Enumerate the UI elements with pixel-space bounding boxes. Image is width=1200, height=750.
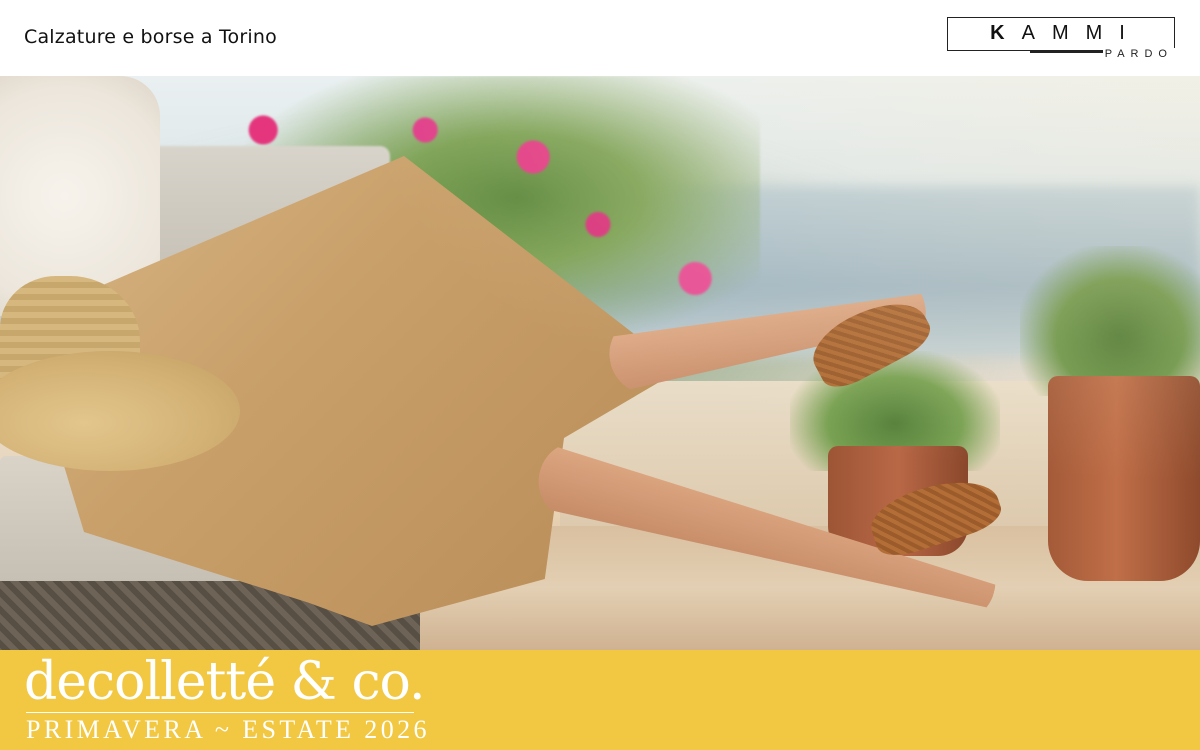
logo-initial: K	[990, 22, 1022, 44]
sunlight-overlay	[0, 76, 1200, 650]
collection-season: PRIMAVERA ~ ESTATE 2026	[26, 715, 430, 744]
banner-divider	[26, 712, 414, 713]
tagline: Calzature e borse a Torino	[24, 26, 277, 48]
logo-name: AMMI	[1021, 22, 1142, 44]
hero-photo	[0, 76, 1200, 650]
collection-title: decolletté & co.	[24, 652, 425, 712]
logo-sub-wrap: PARDO	[1030, 42, 1175, 61]
logo-subtitle: PARDO	[1102, 48, 1175, 60]
